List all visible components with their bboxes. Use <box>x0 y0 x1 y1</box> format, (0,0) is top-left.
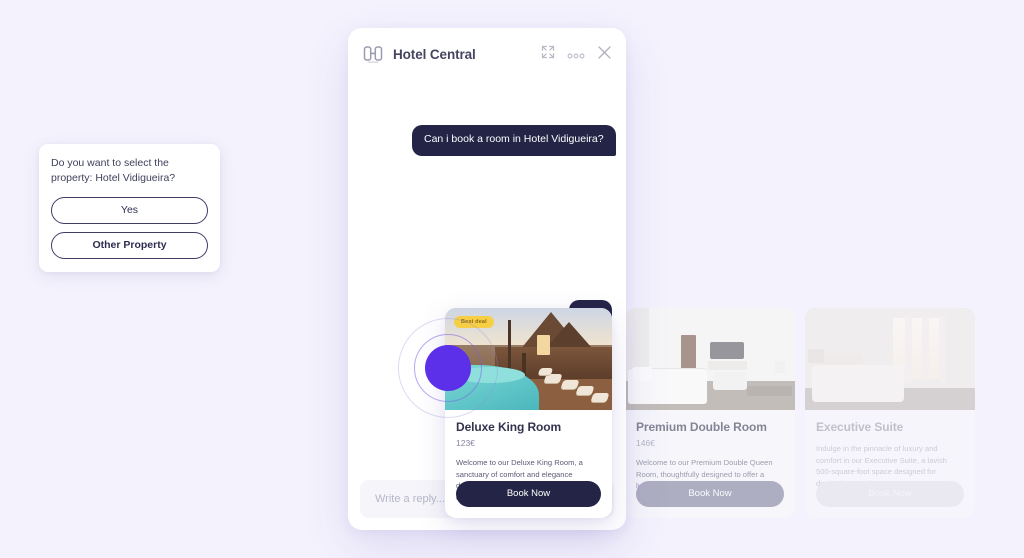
room-card-body: Executive Suite Indulge in the pinnacle … <box>805 410 975 489</box>
bright-hotel-room-photo <box>625 308 795 410</box>
book-now-button[interactable]: Book Now <box>456 481 601 507</box>
property-selection-card: Do you want to select the property: Hote… <box>39 144 220 272</box>
chat-header: Hotel Central <box>348 28 626 81</box>
book-now-button[interactable]: Book Now <box>816 481 964 507</box>
close-x-icon[interactable] <box>597 45 612 65</box>
hotel-building-icon <box>362 44 384 66</box>
room-price: 146€ <box>636 438 655 448</box>
select-yes-button[interactable]: Yes <box>51 196 208 224</box>
room-card-body: Premium Double Room 146€ Welcome to our … <box>625 410 795 492</box>
message-text: Can i book a room in Hotel Vidigueira? <box>412 125 616 156</box>
book-now-button[interactable]: Book Now <box>636 481 784 507</box>
room-card[interactable]: Best deal Deluxe King Room 123€ Welcome … <box>445 308 612 518</box>
room-title: Premium Double Room <box>636 420 767 434</box>
room-title: Executive Suite <box>816 420 904 434</box>
user-message-bubble: Can i book a room in Hotel Vidigueira? <box>412 125 616 156</box>
status-badge: Best deal <box>454 316 494 328</box>
room-photo <box>805 308 975 410</box>
room-photo <box>625 308 795 410</box>
room-price: 123€ <box>456 438 475 448</box>
expand-arrows-icon[interactable] <box>541 45 555 64</box>
room-photo: Best deal <box>445 308 612 410</box>
selection-prompt-text: Do you want to select the property: Hote… <box>51 157 176 184</box>
page-title: Hotel Central <box>393 47 476 62</box>
room-title: Deluxe King Room <box>456 420 562 434</box>
more-options-icon[interactable] <box>567 46 585 64</box>
room-card[interactable]: Premium Double Room 146€ Welcome to our … <box>625 308 795 518</box>
room-card[interactable]: Executive Suite Indulge in the pinnacle … <box>805 308 975 518</box>
select-other-property-button[interactable]: Other Property <box>51 231 208 259</box>
dim-bedroom-photo <box>805 308 975 410</box>
